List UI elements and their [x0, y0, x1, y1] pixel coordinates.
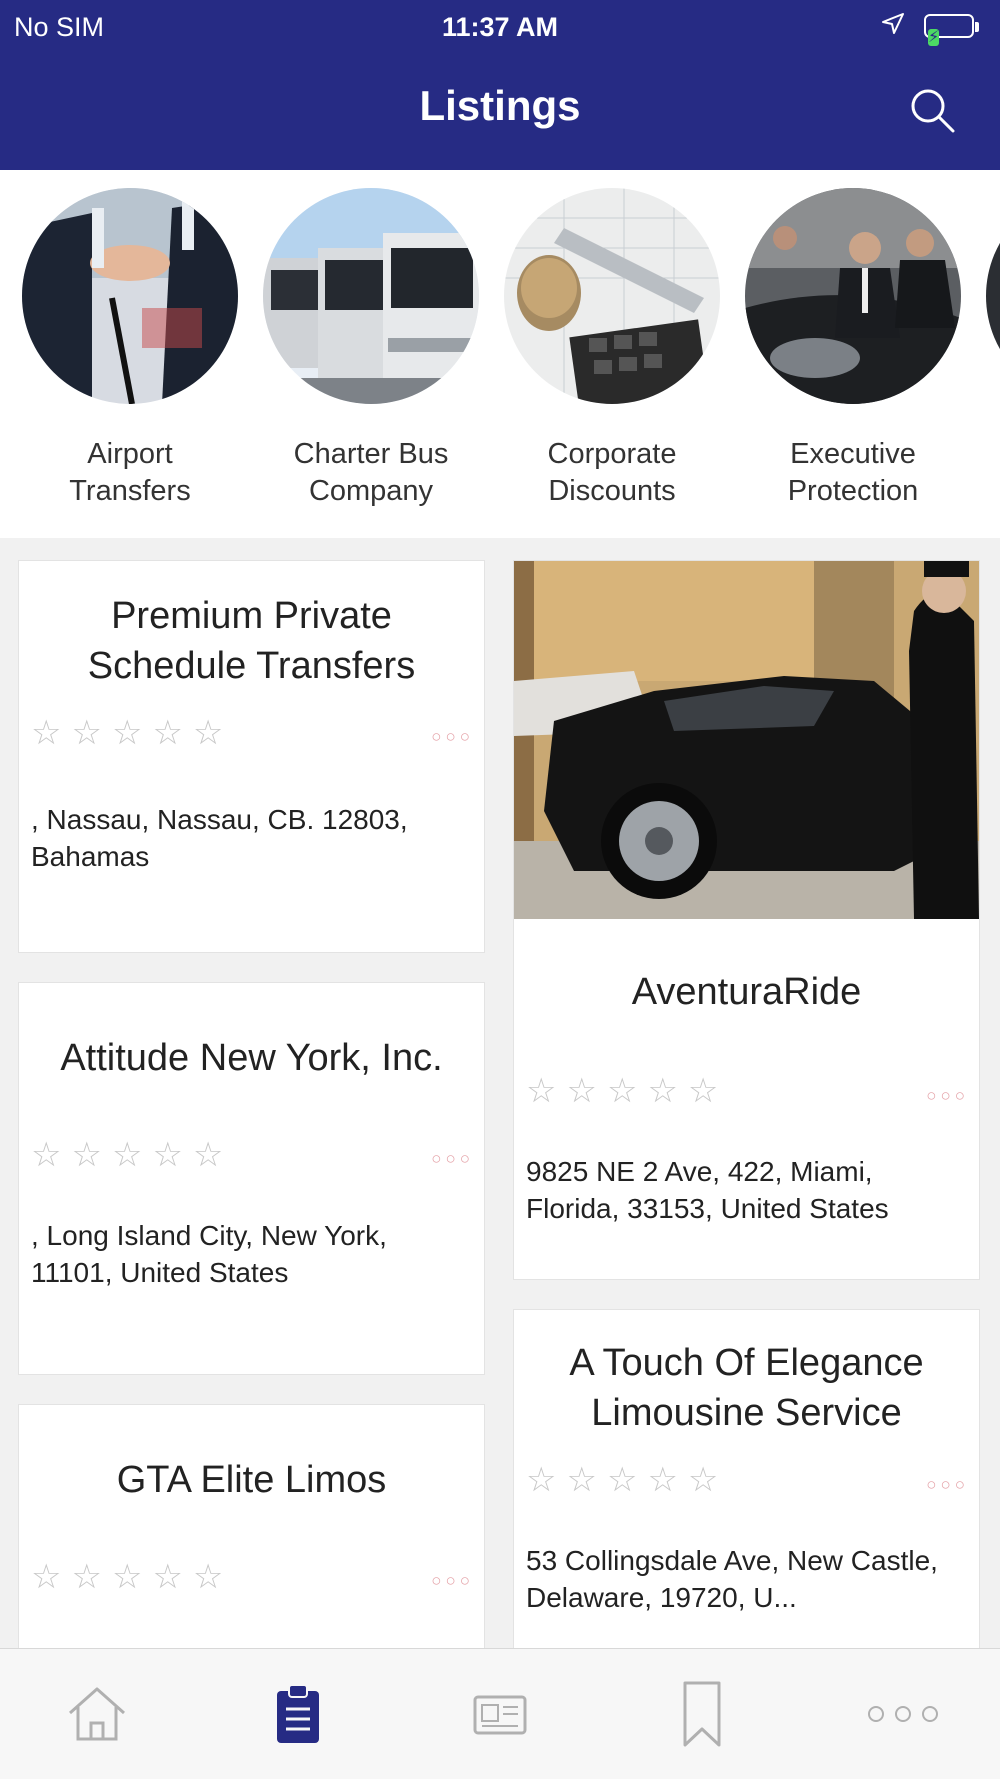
listing-card[interactable]: AventuraRide ☆☆☆☆☆ ○○○ 9825 NE 2 Ave, 42… [513, 560, 980, 1280]
category-partial[interactable] [974, 188, 1000, 404]
more-options-button[interactable]: ○○○ [431, 1571, 474, 1591]
page-title: Listings [419, 82, 581, 129]
listing-name: Attitude New York, Inc. [60, 1037, 443, 1079]
listing-card[interactable]: Premium Private Schedule Transfers ☆☆☆☆☆… [18, 560, 485, 953]
category-label: Executive Protection [787, 438, 919, 507]
category-label: Charter Bus Company [293, 438, 449, 507]
home-icon [69, 1687, 125, 1741]
rating-stars: ☆☆☆☆☆ [31, 714, 234, 752]
category-image-calculator [504, 188, 720, 404]
rating-stars: ☆☆☆☆☆ [526, 1461, 729, 1499]
search-icon [911, 89, 955, 133]
more-options-button[interactable]: ○○○ [926, 1475, 969, 1495]
listing-address: , Long Island City, New York, 11101, Uni… [31, 1220, 387, 1288]
category-charter-bus[interactable]: Charter Bus Company [251, 188, 491, 510]
tab-bookmarks[interactable] [667, 1679, 737, 1749]
more-options-button[interactable]: ○○○ [431, 727, 474, 747]
listing-name: GTA Elite Limos [116, 1459, 387, 1501]
clipboard-icon [277, 1684, 319, 1743]
tab-listings[interactable] [263, 1679, 333, 1749]
category-corporate-discounts[interactable]: Corporate Discounts [492, 188, 732, 510]
location-arrow-icon [880, 11, 906, 44]
listing-name: Premium Private Schedule Transfers [87, 595, 416, 687]
search-button[interactable] [908, 86, 958, 136]
more-options-button[interactable]: ○○○ [926, 1086, 969, 1106]
rating-stars: ☆☆☆☆☆ [526, 1072, 729, 1110]
listing-address: 9825 NE 2 Ave, 422, Miami, Florida, 3315… [526, 1156, 889, 1224]
battery-charging-icon: ⚡ [924, 14, 979, 46]
tab-bar [0, 1648, 1000, 1779]
status-bar: No SIM 11:37 AM ⚡ [0, 0, 1000, 54]
tab-more[interactable] [858, 1679, 938, 1749]
navigation-bar: No SIM 11:37 AM ⚡ Listings [0, 0, 1000, 170]
listing-card[interactable]: Attitude New York, Inc. ☆☆☆☆☆ ○○○ , Long… [18, 982, 485, 1375]
bookmark-icon [683, 1681, 721, 1747]
category-airport-transfers[interactable]: Airport Transfers [10, 188, 250, 510]
listing-image [514, 561, 979, 919]
clock: 11:37 AM [441, 12, 559, 42]
listing-address: 53 Collingsdale Ave, New Castle, Delawar… [526, 1545, 938, 1613]
listing-name: A Touch Of Elegance Limousine Service [569, 1342, 924, 1434]
category-image-airport [22, 188, 238, 404]
rating-stars: ☆☆☆☆☆ [31, 1136, 234, 1174]
category-image-security [745, 188, 961, 404]
category-image-partial [986, 188, 1000, 404]
listing-address: , Nassau, Nassau, CB. 12803, Bahamas [31, 804, 408, 872]
listing-name: AventuraRide [631, 971, 862, 1013]
category-image-bus [263, 188, 479, 404]
tab-news[interactable] [465, 1679, 535, 1749]
category-label: Airport Transfers [69, 438, 191, 507]
rating-stars: ☆☆☆☆☆ [31, 1558, 234, 1596]
tab-home[interactable] [62, 1679, 132, 1749]
news-icon [473, 1695, 527, 1735]
category-executive-protection[interactable]: Executive Protection [733, 188, 973, 510]
more-icon [868, 1706, 938, 1722]
category-carousel[interactable]: Airport Transfers Charter Bus Company Co… [0, 170, 1000, 538]
more-options-button[interactable]: ○○○ [431, 1149, 474, 1169]
category-label: Corporate Discounts [547, 438, 677, 507]
